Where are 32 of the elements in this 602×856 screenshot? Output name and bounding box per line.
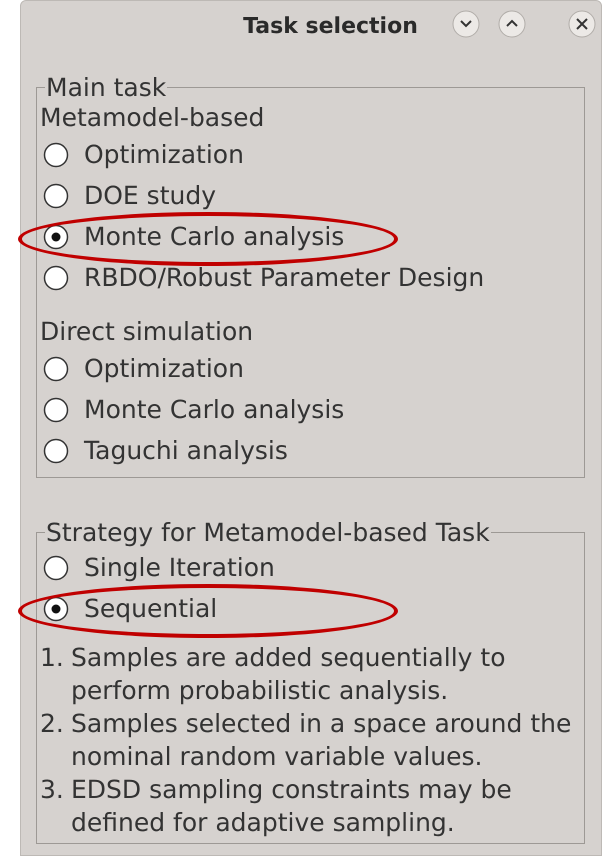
note-text: EDSD sampling constraints may be defined for adaptive sampling.	[71, 774, 513, 839]
radio-button[interactable]	[43, 396, 69, 422]
option-label[interactable]: Monte Carlo analysis	[84, 395, 344, 424]
option-label[interactable]: Monte Carlo analysis	[84, 222, 344, 251]
radio-button[interactable]	[43, 224, 69, 250]
option-label[interactable]: DOE study	[84, 181, 216, 210]
radio-button[interactable]	[43, 554, 69, 580]
option-label[interactable]: Sequential	[84, 594, 218, 623]
radio-button[interactable]	[43, 182, 69, 208]
radio-button[interactable]	[43, 356, 69, 382]
window-title: Task selection	[243, 14, 418, 38]
note-number: 2.	[40, 708, 65, 740]
minimize-button[interactable]	[451, 9, 481, 39]
group-title: Strategy for Metamodel-based Task	[45, 518, 491, 547]
option-label[interactable]: Optimization	[84, 140, 244, 169]
note-number: 3.	[40, 774, 65, 806]
option-label[interactable]: RBDO/Robust Parameter Design	[84, 263, 484, 292]
radio-button[interactable]	[43, 142, 69, 168]
note-number: 1.	[40, 642, 65, 674]
note-text: Samples selected in a space around the nominal random variable values.	[71, 708, 572, 773]
maximize-button[interactable]	[497, 9, 527, 39]
radio-button[interactable]	[43, 596, 69, 622]
option-label[interactable]: Optimization	[84, 354, 244, 383]
group-title: Main task	[45, 73, 168, 102]
radio-button[interactable]	[43, 438, 69, 464]
section-heading: Metamodel-based	[40, 102, 266, 134]
option-label[interactable]: Single Iteration	[84, 553, 275, 582]
radio-button[interactable]	[43, 264, 69, 290]
close-button[interactable]	[567, 9, 597, 39]
section-heading: Direct simulation	[40, 316, 254, 348]
option-label[interactable]: Taguchi analysis	[84, 436, 288, 465]
note-text: Samples are added sequentially to perform probabilistic analysis.	[71, 642, 506, 707]
